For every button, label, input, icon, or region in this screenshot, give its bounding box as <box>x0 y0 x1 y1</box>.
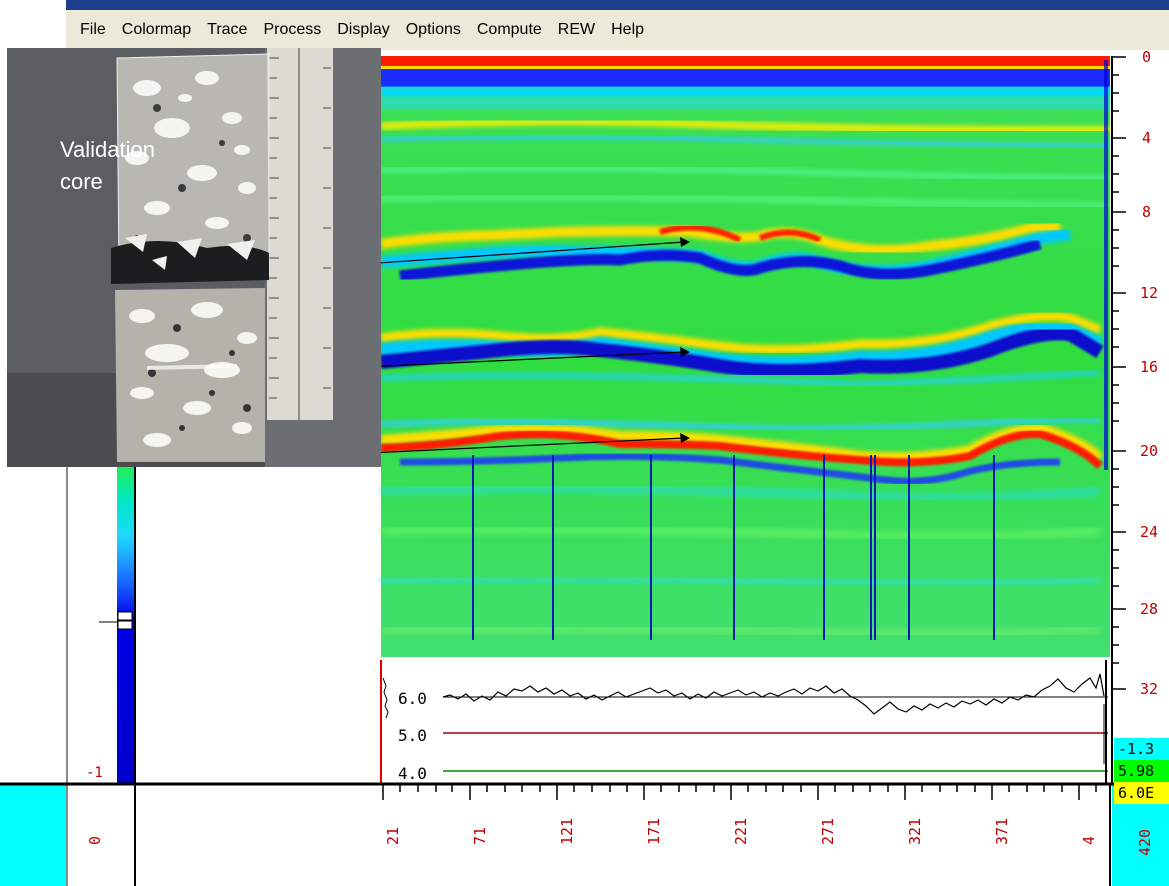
photo-label-line1: Validation <box>60 137 155 162</box>
scan-label-4: 4 <box>1080 836 1098 845</box>
photo-label: Validation core <box>60 134 155 198</box>
depth-axis: 0 4 8 12 16 20 24 28 32 <box>1111 48 1158 784</box>
colorbar-slider-handle-top[interactable] <box>117 611 133 621</box>
depth-label-32: 32 <box>1140 680 1158 698</box>
depth-label-20: 20 <box>1140 442 1158 460</box>
depth-label-28: 28 <box>1140 600 1158 618</box>
depth-label-12: 12 <box>1140 284 1158 302</box>
scan-start-label: 0 <box>86 836 104 845</box>
readout-max: 6.0E <box>1114 782 1169 804</box>
colorbar-min-label: -1 <box>86 765 103 781</box>
radargram-image <box>380 56 1111 657</box>
trace-level-4: 4.0 <box>398 764 427 783</box>
trace-level-5: 5.0 <box>398 726 427 745</box>
depth-label-16: 16 <box>1140 358 1158 376</box>
ruler-image <box>267 48 333 420</box>
scan-end-label: 420 <box>1136 829 1154 856</box>
scan-label-221: 221 <box>732 818 750 845</box>
readout-mid: 5.98 <box>1114 760 1169 782</box>
scan-label-71: 71 <box>471 827 489 845</box>
trace-level-6: 6.0 <box>398 689 427 708</box>
depth-label-4: 4 <box>1142 129 1151 147</box>
depth-label-0: 0 <box>1142 48 1151 66</box>
scan-label-271: 271 <box>819 818 837 845</box>
trace-panel: 6.0 5.0 4.0 <box>380 660 1108 784</box>
scan-label-121: 121 <box>558 818 576 845</box>
validation-core-photo: Validation core <box>7 48 381 467</box>
scan-label-371: 371 <box>993 818 1011 845</box>
readout-min: -1.3 <box>1114 738 1169 760</box>
scan-label-171: 171 <box>645 818 663 845</box>
depth-label-24: 24 <box>1140 523 1158 541</box>
depth-label-8: 8 <box>1142 203 1151 221</box>
scan-label-321: 321 <box>906 818 924 845</box>
photo-label-line2: core <box>60 169 103 194</box>
scan-label-21: 21 <box>384 827 402 845</box>
colorbar-slider-handle-bottom[interactable] <box>117 620 133 630</box>
scan-axis: 21 71 121 171 221 271 321 371 4 420 0 <box>0 782 1169 886</box>
